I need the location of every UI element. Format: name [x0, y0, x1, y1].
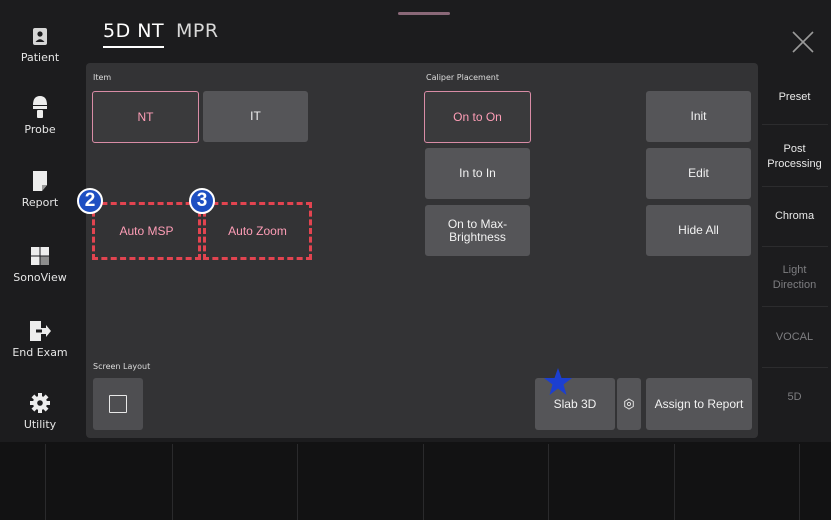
item-section-label: Item	[93, 73, 112, 82]
auto-zoom-button[interactable]: Auto Zoom	[207, 206, 308, 256]
sidebar-item-report[interactable]: Report	[0, 170, 80, 209]
patient-icon	[33, 28, 47, 45]
drag-handle[interactable]	[398, 12, 450, 15]
strip-divider	[297, 444, 298, 520]
nt-button[interactable]: NT	[92, 91, 199, 143]
menu-divider	[762, 186, 828, 187]
sidebar-label: End Exam	[12, 346, 68, 359]
right-menu-vocal: VOCAL	[775, 331, 814, 343]
sidebar-label: Probe	[24, 123, 56, 136]
tab-5d-nt[interactable]: 5D NT	[103, 20, 165, 48]
right-menu-preset[interactable]: Preset	[758, 91, 831, 103]
settings-icon	[624, 398, 634, 410]
screen-layout-label: Screen Layout	[93, 362, 151, 371]
auto-msp-button[interactable]: Auto MSP	[96, 206, 197, 256]
edit-button[interactable]: Edit	[646, 148, 751, 199]
slab-3d-settings-button[interactable]	[617, 378, 641, 430]
menu-divider	[762, 124, 828, 125]
right-menu-post-processing[interactable]: Post Processing	[758, 142, 831, 172]
end-exam-icon	[30, 321, 51, 341]
hide-all-button[interactable]: Hide All	[646, 205, 751, 256]
ultrasound-screen: Patient Probe Report SonoView End Exam U…	[0, 0, 831, 520]
right-menu-5d: 5D	[787, 391, 802, 403]
tab-mpr[interactable]: MPR	[176, 20, 219, 42]
sidebar-item-sonoview[interactable]: SonoView	[0, 245, 80, 284]
strip-divider	[548, 444, 549, 520]
sidebar-item-patient[interactable]: Patient	[0, 27, 80, 64]
step-badge-3: 3	[189, 188, 215, 214]
assign-to-report-button[interactable]: Assign to Report	[646, 378, 752, 430]
screen-layout-single-button[interactable]	[93, 378, 143, 430]
strip-divider	[423, 444, 424, 520]
sonoview-icon	[31, 247, 49, 265]
menu-divider	[762, 246, 828, 247]
report-icon	[33, 171, 47, 191]
in-to-in-button[interactable]: In to In	[425, 148, 530, 199]
strip-divider	[799, 444, 800, 520]
caliper-section-label: Caliper Placement	[426, 73, 499, 82]
strip-divider	[45, 444, 46, 520]
on-to-on-button[interactable]: On to On	[424, 91, 531, 143]
sidebar-item-utility[interactable]: Utility	[0, 392, 80, 431]
menu-divider	[762, 306, 828, 307]
right-menu-chroma[interactable]: Chroma	[758, 210, 831, 222]
bottom-control-strip	[0, 442, 831, 520]
sidebar-label: Patient	[20, 51, 60, 64]
sidebar-label: Utility	[23, 418, 57, 431]
step-badge-2: 2	[77, 188, 103, 214]
on-to-max-brightness-button[interactable]: On to Max- Brightness	[425, 205, 530, 256]
sidebar-label: Report	[21, 196, 59, 209]
init-button[interactable]: Init	[646, 91, 751, 142]
menu-divider	[762, 367, 828, 368]
sidebar-label: SonoView	[13, 271, 67, 284]
single-layout-icon	[109, 395, 127, 413]
gear-icon	[30, 393, 50, 413]
it-button[interactable]: IT	[203, 91, 308, 142]
probe-icon	[33, 96, 47, 118]
strip-divider	[674, 444, 675, 520]
star-icon	[544, 368, 572, 395]
close-icon[interactable]	[789, 28, 817, 56]
sidebar-item-probe[interactable]: Probe	[0, 95, 80, 136]
right-menu-light-direction: Light Direction	[772, 264, 817, 291]
strip-divider	[172, 444, 173, 520]
sidebar-item-end-exam[interactable]: End Exam	[0, 320, 80, 359]
